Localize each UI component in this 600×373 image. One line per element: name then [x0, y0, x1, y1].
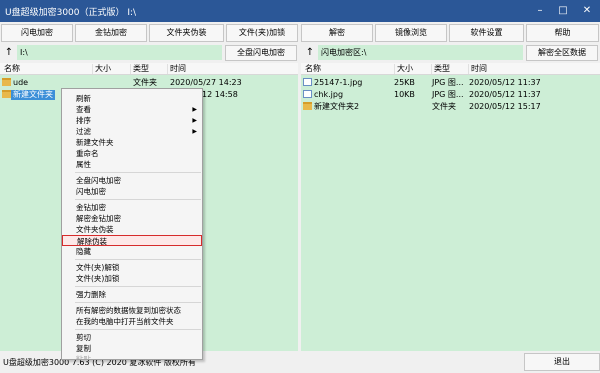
toolbar: 闪电加密 金钻加密 文件夹伪装 文件(夹)加锁 解密 镜像浏览 软件设置 帮助: [0, 22, 600, 44]
menu-item-refresh[interactable]: 刷新: [62, 93, 202, 104]
menu-separator: [75, 172, 201, 173]
up-arrow-icon[interactable]: ↑: [304, 45, 316, 61]
menu-item-hide[interactable]: 隐藏: [62, 246, 202, 257]
table-row[interactable]: 25147-1.jpg 25KB JPG 图... 2020/05/12 11:…: [301, 77, 600, 89]
image-file-icon: [303, 90, 312, 98]
help-button[interactable]: 帮助: [526, 24, 599, 42]
menu-separator: [75, 329, 201, 330]
right-path-bar: ↑ 闪电加密区:\ 解密全区数据: [301, 44, 600, 62]
left-path-field[interactable]: I:\: [17, 45, 222, 60]
menu-item-properties[interactable]: 属性: [62, 159, 202, 170]
menu-item-view[interactable]: 查看 ▶: [62, 104, 202, 115]
menu-item-lock[interactable]: 文件(夹)加锁: [62, 273, 202, 284]
menu-item-copy[interactable]: 复制: [62, 343, 202, 354]
column-headers: 名称 大小 类型 时间: [301, 63, 600, 75]
image-file-icon: [303, 78, 312, 86]
window-title: U盘超级加密3000（正式版） I:\: [5, 8, 137, 18]
flash-encrypt-button[interactable]: 闪电加密: [1, 24, 73, 42]
menu-item-force-delete[interactable]: 强力删除: [62, 289, 202, 300]
menu-item-rename[interactable]: 重命名: [62, 148, 202, 159]
exit-button[interactable]: 退出: [524, 353, 600, 371]
right-file-list[interactable]: 名称 大小 类型 时间 25147-1.jpg 25KB JPG 图... 20…: [301, 63, 600, 351]
menu-item-full-disk-flash-encrypt[interactable]: 全盘闪电加密: [62, 175, 202, 186]
right-path-field[interactable]: 闪电加密区:\: [318, 45, 523, 60]
menu-item-sort[interactable]: 排序 ▶: [62, 115, 202, 126]
folder-icon: [303, 102, 312, 110]
mirror-browse-button[interactable]: 镜像浏览: [375, 24, 447, 42]
menu-item-restore-encrypted[interactable]: 所有解密的数据恢复到加密状态: [62, 305, 202, 316]
decrypt-all-button[interactable]: 解密全区数据: [526, 45, 598, 61]
col-time[interactable]: 时间: [167, 64, 186, 74]
col-size[interactable]: 大小: [394, 64, 413, 74]
folder-icon: [2, 90, 11, 98]
col-size[interactable]: 大小: [92, 64, 111, 74]
up-arrow-icon[interactable]: ↑: [3, 45, 15, 61]
title-bar: U盘超级加密3000（正式版） I:\ – □ ✕: [0, 0, 600, 22]
left-path-bar: ↑ I:\ 全盘闪电加密: [0, 44, 299, 62]
menu-item-paste: 粘贴: [76, 355, 91, 360]
submenu-arrow-icon: ▶: [192, 128, 197, 135]
menu-item-remove-disguise[interactable]: 解除伪装: [62, 235, 202, 246]
table-row[interactable]: 新建文件夹2 文件夹 2020/05/12 15:17: [301, 101, 600, 113]
minimize-icon[interactable]: –: [528, 0, 552, 22]
col-time[interactable]: 时间: [468, 64, 487, 74]
full-disk-flash-encrypt-button[interactable]: 全盘闪电加密: [225, 45, 297, 61]
menu-separator: [75, 286, 201, 287]
menu-item-flash-encrypt[interactable]: 闪电加密: [62, 186, 202, 197]
menu-item-decrypt-diamond[interactable]: 解密金钻加密: [62, 213, 202, 224]
col-name[interactable]: 名称: [2, 64, 20, 74]
maximize-icon[interactable]: □: [551, 0, 575, 22]
col-name[interactable]: 名称: [303, 64, 321, 74]
file-lock-button[interactable]: 文件(夹)加锁: [226, 24, 298, 42]
menu-item-cut[interactable]: 剪切: [62, 332, 202, 343]
col-type[interactable]: 类型: [431, 64, 450, 74]
menu-item-open-in-explorer[interactable]: 在我的电脑中打开当前文件夹: [62, 316, 202, 327]
menu-item-unlock[interactable]: 文件(夹)解锁: [62, 262, 202, 273]
menu-item-filter[interactable]: 过滤 ▶: [62, 126, 202, 137]
folder-icon: [2, 78, 11, 86]
menu-item-new-folder[interactable]: 新建文件夹: [62, 137, 202, 148]
diamond-encrypt-button[interactable]: 金钻加密: [75, 24, 147, 42]
submenu-arrow-icon: ▶: [192, 117, 197, 124]
folder-disguise-button[interactable]: 文件夹伪装: [149, 24, 224, 42]
table-row[interactable]: chk.jpg 10KB JPG 图... 2020/05/12 11:37: [301, 89, 600, 101]
column-headers: 名称 大小 类型 时间: [0, 63, 298, 75]
menu-separator: [75, 199, 201, 200]
menu-item-diamond-encrypt[interactable]: 金钻加密: [62, 202, 202, 213]
decrypt-button[interactable]: 解密: [301, 24, 373, 42]
context-menu: 刷新 查看 ▶ 排序 ▶ 过滤 ▶ 新建文件夹 重命名 属性 全盘闪电加密 闪电加密 …: [61, 88, 203, 360]
close-icon[interactable]: ✕: [575, 0, 599, 22]
menu-item-folder-disguise[interactable]: 文件夹伪装: [62, 224, 202, 235]
submenu-arrow-icon: ▶: [192, 106, 197, 113]
col-type[interactable]: 类型: [130, 64, 149, 74]
menu-separator: [75, 259, 201, 260]
menu-separator: [75, 302, 201, 303]
settings-button[interactable]: 软件设置: [449, 24, 524, 42]
